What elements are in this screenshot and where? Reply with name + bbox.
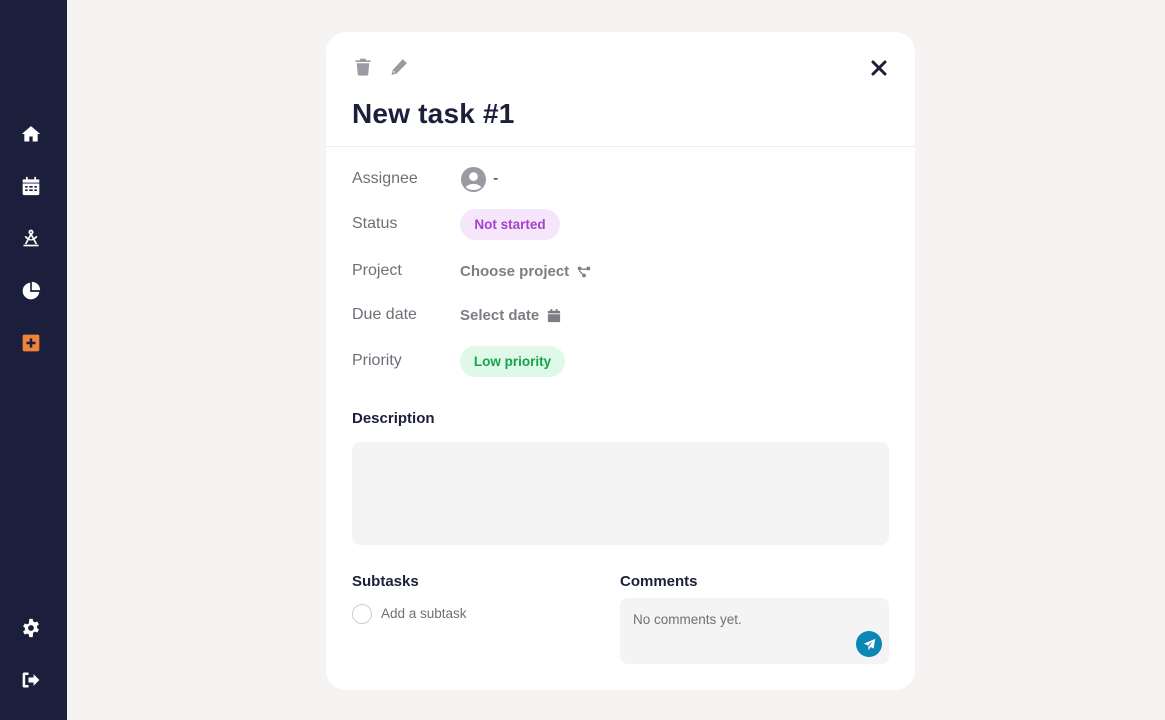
assignee-value[interactable]: - bbox=[493, 170, 498, 188]
add-subtask-input[interactable]: Add a subtask bbox=[381, 606, 467, 621]
comments-title: Comments bbox=[620, 573, 698, 590]
header-divider bbox=[326, 146, 915, 147]
add-square-icon[interactable] bbox=[20, 332, 42, 354]
priority-label: Priority bbox=[352, 352, 402, 369]
calendar-small-icon bbox=[548, 308, 561, 322]
pencil-icon[interactable] bbox=[388, 56, 410, 78]
description-title: Description bbox=[352, 410, 435, 427]
select-date-text: Select date bbox=[460, 307, 540, 324]
select-date-button[interactable]: Select date bbox=[460, 307, 561, 324]
sign-out-icon[interactable] bbox=[20, 669, 42, 691]
home-icon[interactable] bbox=[20, 123, 42, 145]
task-title: New task #1 bbox=[352, 98, 515, 129]
task-detail-card bbox=[326, 32, 915, 690]
priority-badge[interactable]: Low priority bbox=[460, 346, 565, 377]
project-diagram-icon bbox=[578, 266, 591, 277]
subtask-checkbox[interactable] bbox=[352, 604, 372, 624]
comments-box[interactable] bbox=[620, 598, 889, 664]
trash-icon[interactable] bbox=[352, 56, 374, 78]
status-badge[interactable]: Not started bbox=[460, 209, 560, 240]
close-button[interactable] bbox=[868, 57, 890, 79]
assignee-label: Assignee bbox=[352, 170, 418, 187]
status-label: Status bbox=[352, 215, 398, 232]
paper-plane-icon bbox=[863, 638, 875, 650]
project-label: Project bbox=[352, 262, 402, 279]
avatar-icon[interactable] bbox=[460, 166, 487, 193]
choose-project-button[interactable]: Choose project bbox=[460, 263, 591, 280]
sidebar bbox=[0, 0, 67, 720]
comments-empty-text: No comments yet. bbox=[633, 612, 742, 627]
send-comment-button[interactable] bbox=[856, 631, 882, 657]
due-date-label: Due date bbox=[352, 306, 417, 323]
subtasks-title: Subtasks bbox=[352, 573, 419, 590]
compass-drafting-icon[interactable] bbox=[20, 227, 42, 249]
choose-project-text: Choose project bbox=[460, 263, 570, 280]
pie-chart-icon[interactable] bbox=[20, 280, 42, 302]
calendar-icon[interactable] bbox=[20, 175, 42, 197]
gear-icon[interactable] bbox=[20, 617, 42, 639]
close-icon bbox=[871, 60, 887, 76]
description-textarea[interactable] bbox=[352, 442, 889, 545]
